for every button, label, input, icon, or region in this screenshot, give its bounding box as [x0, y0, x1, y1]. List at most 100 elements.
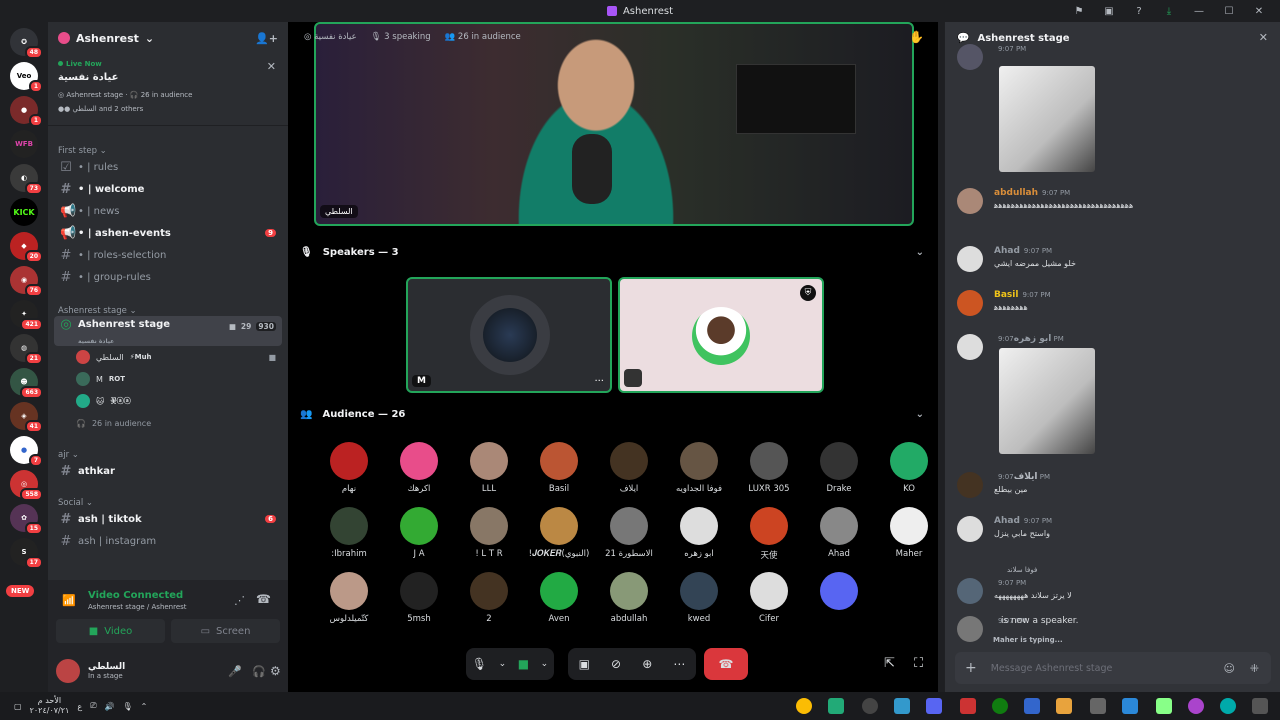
audience-member[interactable]: ! L T R: [454, 507, 524, 559]
category-ashenrest-stage[interactable]: Ashenrest stage ⌄: [48, 288, 288, 316]
channel-tiktok[interactable]: # ash | tiktok 6: [54, 508, 282, 530]
camera-icon[interactable]: ■: [518, 657, 529, 671]
audience-section-header[interactable]: 👥 Audience — 26 ⌄: [288, 404, 938, 424]
screen-share-icon[interactable]: ▣: [579, 657, 590, 671]
audience-member[interactable]: كُتُّميلدلوس: [314, 572, 384, 624]
app-icon[interactable]: [894, 698, 910, 714]
emoji-icon[interactable]: ☺: [1224, 662, 1235, 675]
attachment-image[interactable]: [999, 66, 1095, 172]
message-input[interactable]: + Message Ashenrest stage ☺ ⁜: [955, 652, 1271, 684]
stage-member[interactable]: M ROT: [76, 368, 288, 390]
audience-member[interactable]: Drake: [804, 442, 874, 494]
attachment-image[interactable]: [999, 348, 1095, 454]
channel-item[interactable]: # • | group-rules: [54, 266, 282, 288]
explorer-icon[interactable]: [1056, 698, 1072, 714]
stage-audience-row[interactable]: 🎧 26 in audience: [76, 412, 288, 434]
mute-video-icon[interactable]: ⊘: [611, 657, 621, 671]
audience-member[interactable]: Maher: [874, 507, 944, 559]
audience-member[interactable]: Aven: [524, 572, 594, 624]
more-options-button[interactable]: ···: [594, 376, 604, 387]
channel-item[interactable]: 📢 • | news: [54, 200, 282, 222]
audience-member[interactable]: KO: [874, 442, 944, 494]
speaker-tile[interactable]: ⛨: [618, 277, 824, 393]
server-icon[interactable]: ◆ 20: [10, 232, 43, 263]
audience-member[interactable]: Basil: [524, 442, 594, 494]
audience-member[interactable]: abdullah: [594, 572, 664, 624]
chevron-down-icon[interactable]: ⌄: [499, 659, 507, 669]
server-icon[interactable]: ☻ 663: [10, 368, 43, 399]
stage-member[interactable]: السلطي ⚡Muh ■: [76, 346, 288, 368]
server-icon[interactable]: ✿ 15: [10, 504, 43, 535]
channel-athkar[interactable]: # athkar: [54, 460, 282, 482]
invite-speaker-icon[interactable]: ⊕: [642, 657, 652, 671]
popout-icon[interactable]: ⇱: [884, 656, 895, 671]
microphone-icon[interactable]: 🎙: [472, 657, 487, 671]
audience-member[interactable]: 天使: [734, 507, 804, 561]
store-icon[interactable]: [828, 698, 844, 714]
app-icon[interactable]: [1024, 698, 1040, 714]
chat-icon[interactable]: ▢: [14, 702, 22, 711]
add-member-icon[interactable]: 👤+: [255, 32, 278, 45]
app-icon[interactable]: [960, 698, 976, 714]
audience-member[interactable]: J A: [384, 507, 454, 559]
edge-icon[interactable]: [1220, 698, 1236, 714]
audience-member[interactable]: kwed: [664, 572, 734, 624]
server-header[interactable]: Ashenrest ⌄ 👤+: [48, 22, 288, 54]
audience-member[interactable]: الاسطورة 21: [594, 507, 664, 559]
channel-item[interactable]: 📢 • | ashen-events 9: [54, 222, 282, 244]
fullscreen-icon[interactable]: ⛶: [914, 656, 923, 671]
category-ajr[interactable]: ajr ⌄: [48, 434, 288, 460]
channel-instagram[interactable]: # ash | instagram: [54, 530, 282, 552]
audience-member[interactable]: LUXR 305: [734, 442, 804, 494]
screen-share-button[interactable]: ▭ Screen: [171, 619, 280, 643]
screen-icon[interactable]: ▣: [1094, 2, 1124, 20]
maximize-button[interactable]: ☐: [1214, 2, 1244, 20]
raise-hand-icon[interactable]: ✋: [909, 30, 924, 44]
audience-member[interactable]: Cifer: [734, 572, 804, 624]
gear-icon[interactable]: ⚙: [270, 664, 281, 678]
close-button[interactable]: ✕: [1244, 2, 1274, 20]
help-icon[interactable]: ?: [1124, 2, 1154, 20]
app-icon[interactable]: [1188, 698, 1204, 714]
home-button[interactable]: ✪ 48: [10, 28, 43, 59]
server-icon[interactable]: ◉ 76: [10, 266, 43, 297]
server-icon[interactable]: ◈ 41: [10, 402, 43, 433]
server-icon[interactable]: ● 1: [10, 96, 43, 127]
minimize-button[interactable]: —: [1184, 2, 1214, 20]
audience-member[interactable]: Ahad: [804, 507, 874, 559]
server-icon[interactable]: ◎ 558: [10, 470, 43, 501]
audience-member[interactable]: نهام: [314, 442, 384, 494]
xbox-icon[interactable]: [992, 698, 1008, 714]
audience-member[interactable]: !𝑱𝑶𝑲𝑬𝑹(النبوي): [524, 507, 594, 559]
leave-stage-button[interactable]: ☎: [704, 648, 748, 680]
audience-member[interactable]: فوفا الجداويه: [664, 442, 734, 494]
server-icon[interactable]: KICK: [10, 198, 38, 226]
microphone-icon[interactable]: 🎙: [122, 702, 132, 711]
chevron-up-icon[interactable]: ⌃: [141, 702, 148, 711]
chrome-icon[interactable]: [796, 698, 812, 714]
new-badge[interactable]: NEW: [6, 585, 35, 597]
channel-item[interactable]: ☑ • | rules: [54, 156, 282, 178]
obs-icon[interactable]: [862, 698, 878, 714]
apps-icon[interactable]: ⁜: [1250, 662, 1259, 675]
download-icon[interactable]: ⤓: [1154, 2, 1184, 20]
discord-taskbar-icon[interactable]: [926, 698, 942, 714]
channel-item[interactable]: # • | roles-selection: [54, 244, 282, 266]
server-icon[interactable]: S 17: [10, 538, 43, 569]
stage-channel[interactable]: ◎ Ashenrest stage عيادة نفسية ■ 29 930: [54, 316, 282, 346]
server-icon[interactable]: WFB: [10, 130, 38, 158]
audience-member[interactable]: [804, 572, 874, 614]
live-now-banner[interactable]: Live Now عيادة نفسية ◎ Ashenrest stage ·…: [48, 54, 288, 126]
network-icon[interactable]: ⎚: [90, 701, 96, 711]
close-icon[interactable]: ✕: [267, 60, 276, 73]
settings-icon[interactable]: [1090, 698, 1106, 714]
close-icon[interactable]: ✕: [1259, 31, 1268, 44]
category-social[interactable]: Social ⌄: [48, 482, 288, 508]
server-icon[interactable]: ◍ 21: [10, 334, 43, 365]
audience-member[interactable]: LLL: [454, 442, 524, 494]
more-icon[interactable]: ⋯: [673, 657, 685, 671]
audience-member[interactable]: :Ibrahim: [314, 507, 384, 559]
server-icon[interactable]: Veo 1: [10, 62, 43, 93]
server-icon[interactable]: ✦ 421: [10, 300, 43, 331]
inbox-icon[interactable]: ⚑: [1064, 2, 1094, 20]
